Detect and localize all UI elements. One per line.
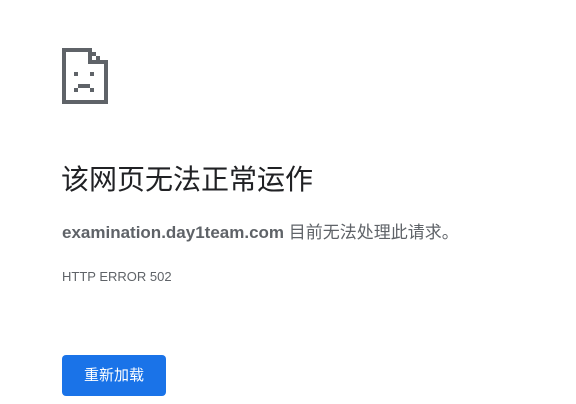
page-title: 该网页无法正常运作 xyxy=(61,164,314,195)
error-message: examination.day1team.com 目前无法处理此请求。 xyxy=(62,220,459,246)
reload-button[interactable]: 重新加载 xyxy=(62,355,166,396)
error-description: 目前无法处理此请求。 xyxy=(284,223,459,242)
error-code: HTTP ERROR 502 xyxy=(62,269,172,284)
error-page: 该网页无法正常运作 examination.day1team.com 目前无法处… xyxy=(0,0,576,404)
sad-document-icon xyxy=(62,48,108,104)
site-host: examination.day1team.com xyxy=(62,223,285,242)
